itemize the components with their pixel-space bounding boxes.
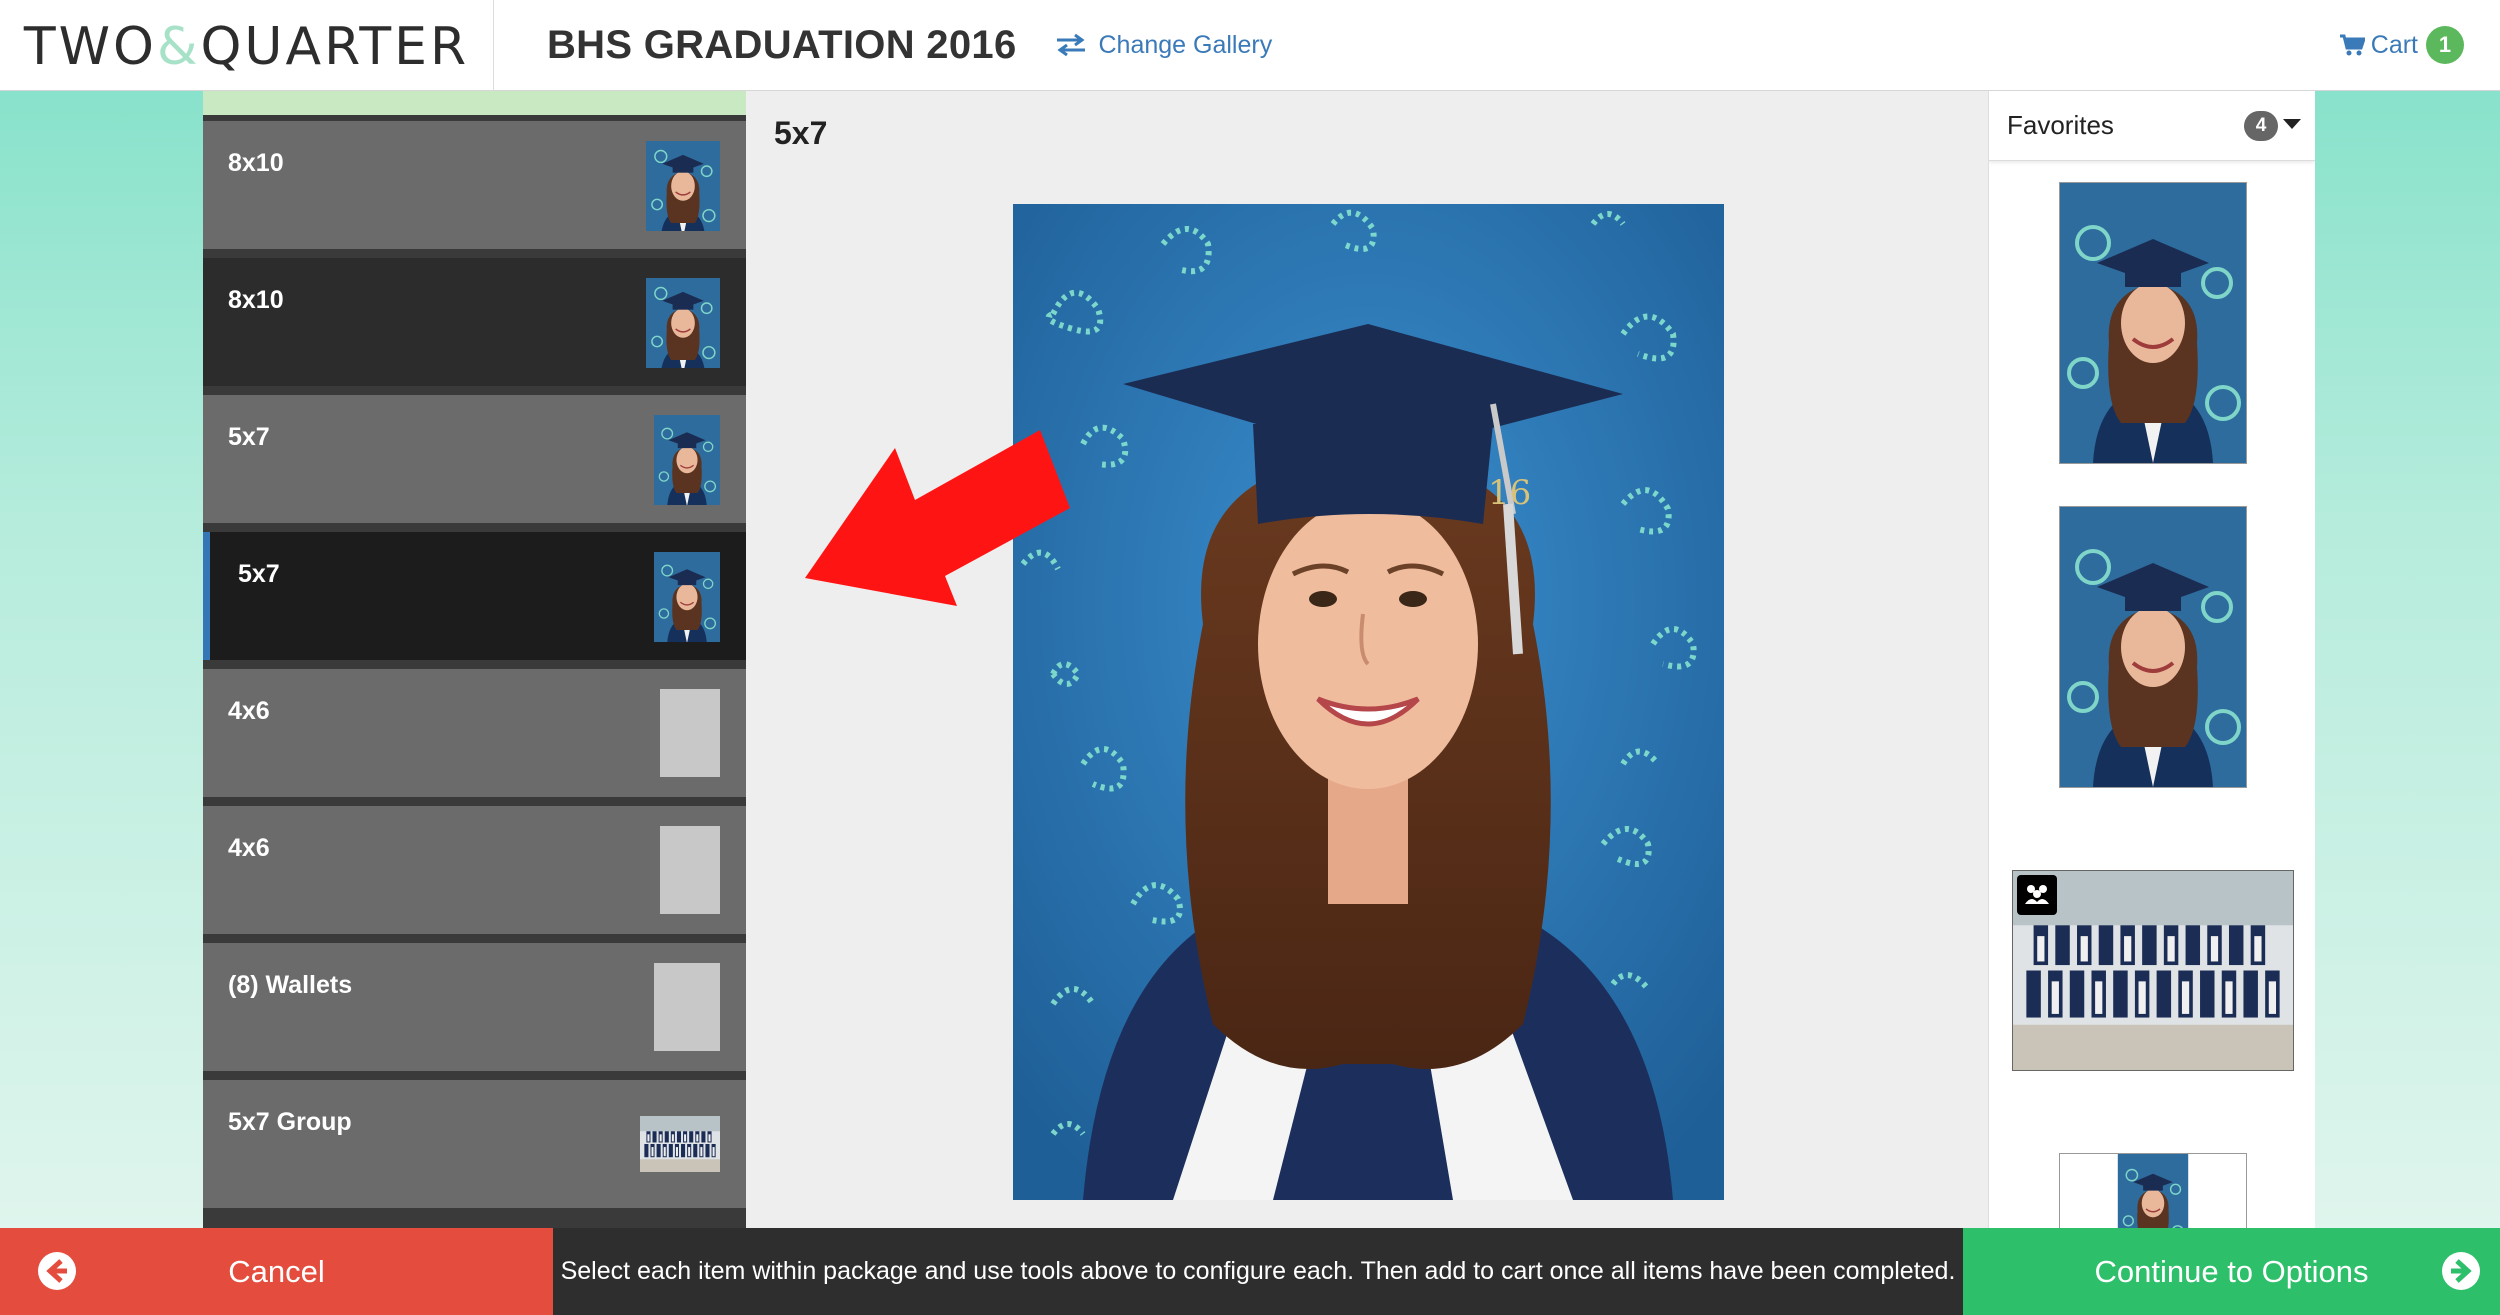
arrow-left-circle-icon [38, 1252, 76, 1290]
brand-logo[interactable]: TWO & QUARTER [0, 0, 494, 91]
package-item-label: 5x7 [238, 560, 280, 588]
empty-thumbnail-placeholder [660, 689, 720, 777]
favorite-photo-portrait-3[interactable] [2059, 1153, 2247, 1228]
portrait-thumbnail [646, 278, 720, 368]
change-gallery-label: Change Gallery [1098, 30, 1273, 59]
instructions-text: Select each item within package and use … [553, 1228, 1963, 1315]
portrait-thumbnail [646, 141, 720, 231]
package-item-label: 8x10 [228, 286, 284, 314]
package-item-5x7-group[interactable]: 5x7 Group [203, 1080, 746, 1208]
swap-arrows-icon [1056, 33, 1085, 57]
favorites-dropdown[interactable]: Favorites 4 [1989, 91, 2315, 161]
package-item-label: (8) Wallets [228, 971, 353, 999]
favorite-photo-group[interactable] [2012, 870, 2294, 1071]
svg-text:16: 16 [1488, 473, 1531, 513]
favorite-photo-portrait-2[interactable] [2059, 506, 2247, 788]
favorite-photo-portrait-1[interactable] [2059, 182, 2247, 464]
top-header: TWO & QUARTER BHS GRADUATION 2016 Change G… [0, 0, 2500, 91]
red-pointer-arrow-annotation [805, 430, 1070, 606]
continue-label: Continue to Options [2094, 1253, 2369, 1289]
package-item-label: 5x7 Group [228, 1108, 352, 1136]
gallery-title: BHS GRADUATION 2016 [547, 22, 1017, 67]
main-portrait-photo[interactable]: 16 [1013, 204, 1724, 1200]
portrait-thumbnail [654, 552, 720, 642]
logo-text-left: TWO [23, 17, 157, 77]
continue-to-options-button[interactable]: Continue to Options [1963, 1228, 2500, 1315]
package-item-label: 8x10 [228, 149, 284, 177]
package-items-sidebar: 8x10 8x10 5x7 5x7 4x6 4x6 (8) Wallets 5x… [203, 91, 746, 1228]
cart-label: Cart [2370, 30, 2418, 59]
package-item-5x7-2-active[interactable]: 5x7 [203, 532, 746, 660]
cart-button[interactable]: Cart 1 [2339, 26, 2464, 64]
sidebar-top-item[interactable] [203, 91, 746, 121]
group-people-icon [2017, 875, 2057, 915]
bottom-action-bar: Cancel Select each item within package a… [0, 1228, 2500, 1315]
cancel-button[interactable]: Cancel [0, 1228, 553, 1315]
logo-text-right: QUARTER [200, 17, 470, 77]
cart-count-badge: 1 [2426, 26, 2464, 64]
logo-ampersand: & [156, 17, 201, 77]
cart-icon [2339, 34, 2365, 56]
package-item-label: 4x6 [228, 697, 270, 725]
favorites-panel: Favorites 4 [1988, 91, 2315, 1228]
caret-down-icon [2283, 119, 2301, 129]
portrait-thumbnail [654, 415, 720, 505]
package-item-label: 5x7 [228, 423, 270, 451]
favorites-label: Favorites [2007, 110, 2114, 140]
change-gallery-link[interactable]: Change Gallery [1055, 30, 1273, 60]
package-item-5x7-1[interactable]: 5x7 [203, 395, 746, 523]
empty-thumbnail-placeholder [660, 826, 720, 914]
package-item-label: 4x6 [228, 834, 270, 862]
cancel-label: Cancel [228, 1253, 325, 1289]
package-item-4x6-1[interactable]: 4x6 [203, 669, 746, 797]
package-item-wallets[interactable]: (8) Wallets [203, 943, 746, 1071]
package-item-8x10-2[interactable]: 8x10 [203, 258, 746, 386]
arrow-right-circle-icon [2442, 1252, 2480, 1290]
empty-thumbnail-placeholder [654, 963, 720, 1051]
package-item-4x6-2[interactable]: 4x6 [203, 806, 746, 934]
group-photo-thumbnail [640, 1116, 720, 1172]
favorites-count-badge: 4 [2244, 111, 2278, 141]
selected-item-title: 5x7 [774, 115, 828, 151]
package-item-8x10-1[interactable]: 8x10 [203, 121, 746, 249]
main-preview-area: 5x7 16 [746, 91, 1988, 1228]
